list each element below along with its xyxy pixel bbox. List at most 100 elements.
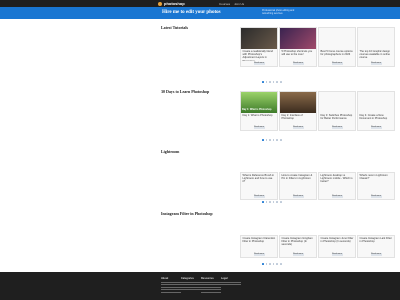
footer-link[interactable]: [201, 289, 221, 291]
carousel-dot[interactable]: [262, 263, 264, 265]
card[interactable]: Day 1: What is Photoshop Day 1: What is …: [240, 91, 278, 131]
footer-link[interactable]: [181, 289, 201, 291]
card-title[interactable]: Create Instagram Lark Filter in Photosho…: [358, 236, 394, 248]
carousel-dot[interactable]: [272, 263, 275, 265]
carousel-dot[interactable]: [262, 81, 264, 83]
read-more-button[interactable]: Read more: [253, 195, 265, 198]
card[interactable]: Create Instagram Juno Filter in Photosho…: [318, 235, 356, 258]
carousel-dot[interactable]: [262, 201, 264, 203]
carousel-dot[interactable]: [276, 81, 278, 83]
footer-column: Resources: [201, 277, 221, 294]
footer-link[interactable]: [201, 284, 221, 286]
card[interactable]: The top 10 Graphic design courses availa…: [357, 27, 395, 67]
read-more-button[interactable]: Read more: [292, 195, 304, 198]
card[interactable]: Create a realistically blend with Photos…: [240, 27, 278, 67]
card-title[interactable]: Day 4: Create a New Document in Photosho…: [358, 113, 394, 125]
card-title[interactable]: Create Instagram Gingham Filter in Photo…: [280, 236, 316, 248]
carousel-dots[interactable]: [262, 139, 282, 141]
card[interactable]: What is Reference Brush in Lightroom and…: [240, 172, 278, 200]
card-title[interactable]: The top 10 Graphic design courses availa…: [358, 49, 394, 61]
card-title[interactable]: Create a realistically blend with Photos…: [241, 49, 277, 61]
read-more-button[interactable]: Read more: [331, 126, 343, 129]
carousel-dot[interactable]: [272, 81, 275, 83]
footer-link[interactable]: [221, 284, 241, 286]
carousel-dot[interactable]: [265, 81, 268, 83]
footer-heading: Resources: [201, 277, 214, 280]
card-title[interactable]: Day 2: Interface of Photoshop: [280, 113, 316, 125]
card[interactable]: Lightroom desktop vs Lightroom mobile - …: [318, 172, 356, 200]
read-more-button[interactable]: Read more: [253, 253, 265, 256]
carousel-dot[interactable]: [279, 263, 282, 265]
card-title[interactable]: What is Reference Brush in Lightroom and…: [241, 173, 277, 185]
carousel-dot[interactable]: [269, 201, 271, 203]
carousel-dot[interactable]: [269, 139, 271, 141]
card-title[interactable]: Best 5 home course options for photograp…: [319, 49, 355, 61]
read-more-button[interactable]: Read more: [292, 62, 304, 65]
nav-join-us[interactable]: Join Us: [234, 2, 244, 6]
carousel-dots[interactable]: [262, 81, 282, 83]
carousel-dot[interactable]: [279, 81, 282, 83]
card[interactable]: Day 2: Interface of Photoshop Read more: [279, 91, 317, 131]
card-title[interactable]: Lightroom desktop vs Lightroom mobile - …: [319, 173, 355, 185]
carousel-dots[interactable]: [262, 201, 282, 203]
card[interactable]: Day 4: Create a New Document in Photosho…: [357, 91, 395, 131]
card-title[interactable]: Create Instagram Juno Filter in Photosho…: [319, 236, 355, 248]
nav-courses[interactable]: Courses: [219, 2, 230, 6]
card[interactable]: 5 Photoshop shortcuts you will use to th…: [279, 27, 317, 67]
card[interactable]: Day 3: Switches Photoshop for Better Per…: [318, 91, 356, 131]
card[interactable]: Create Instagram Lark Filter in Photosho…: [357, 235, 395, 258]
carousel-dot[interactable]: [276, 139, 278, 141]
footer-link[interactable]: [181, 284, 201, 286]
card[interactable]: What's new in Lightroom Classic? Read mo…: [357, 172, 395, 200]
read-more-button[interactable]: Read more: [370, 195, 382, 198]
carousel-dot[interactable]: [272, 201, 275, 203]
carousel-dots[interactable]: [262, 263, 282, 265]
read-more-button[interactable]: Read more: [292, 253, 304, 256]
card[interactable]: Best 5 home course options for photograp…: [318, 27, 356, 67]
footer-link[interactable]: [201, 291, 221, 293]
footer-link[interactable]: [201, 286, 221, 288]
read-more-button[interactable]: Read more: [331, 62, 343, 65]
carousel-dot[interactable]: [276, 263, 278, 265]
carousel-dot[interactable]: [262, 139, 264, 141]
carousel-dot[interactable]: [265, 263, 268, 265]
footer-link[interactable]: [181, 281, 201, 283]
card-title[interactable]: 5 Photoshop shortcuts you will use to th…: [280, 49, 316, 61]
carousel-dot[interactable]: [279, 201, 282, 203]
footer: About Categories Resources Legal: [0, 272, 400, 300]
read-more-button[interactable]: Read more: [253, 126, 265, 129]
read-more-button[interactable]: Read more: [370, 62, 382, 65]
card-title[interactable]: Day 1: What is Photoshop: [241, 113, 277, 125]
read-more-button[interactable]: Read more: [370, 253, 382, 256]
card[interactable]: Create Instagram Gingham Filter in Photo…: [279, 235, 317, 258]
card[interactable]: How to create Instagram & Pin in Filters…: [279, 172, 317, 200]
footer-link[interactable]: [161, 284, 181, 286]
card-title[interactable]: How to create Instagram & Pin in Filters…: [280, 173, 316, 185]
footer-link[interactable]: [201, 281, 221, 283]
carousel-dot[interactable]: [265, 201, 268, 203]
read-more-button[interactable]: Read more: [331, 195, 343, 198]
carousel-dot[interactable]: [269, 81, 271, 83]
card-title[interactable]: What's new in Lightroom Classic?: [358, 173, 394, 185]
read-more-button[interactable]: Read more: [253, 62, 265, 65]
carousel-dot[interactable]: [269, 263, 271, 265]
card-title[interactable]: Create Instagram Clarendon Filter in Pho…: [241, 236, 277, 248]
footer-link[interactable]: [161, 281, 181, 283]
brand[interactable]: photoshop: [158, 1, 185, 6]
read-more-button[interactable]: Read more: [370, 126, 382, 129]
footer-link[interactable]: [161, 289, 181, 291]
read-more-button[interactable]: Read more: [331, 253, 343, 256]
card-title[interactable]: Day 3: Switches Photoshop for Better Per…: [319, 113, 355, 125]
carousel-dot[interactable]: [272, 139, 275, 141]
footer-link[interactable]: [161, 291, 181, 293]
carousel-dot[interactable]: [265, 139, 268, 141]
card[interactable]: Create Instagram Clarendon Filter in Pho…: [240, 235, 278, 258]
footer-link[interactable]: [181, 286, 201, 288]
footer-link[interactable]: [221, 281, 241, 283]
carousel-dot[interactable]: [276, 201, 278, 203]
carousel-dot[interactable]: [279, 139, 282, 141]
brand-name: photoshop: [164, 1, 185, 6]
footer-link[interactable]: [161, 286, 181, 288]
read-more-button[interactable]: Read more: [292, 126, 304, 129]
hero-title[interactable]: Hire me to edit your photos: [162, 10, 221, 15]
